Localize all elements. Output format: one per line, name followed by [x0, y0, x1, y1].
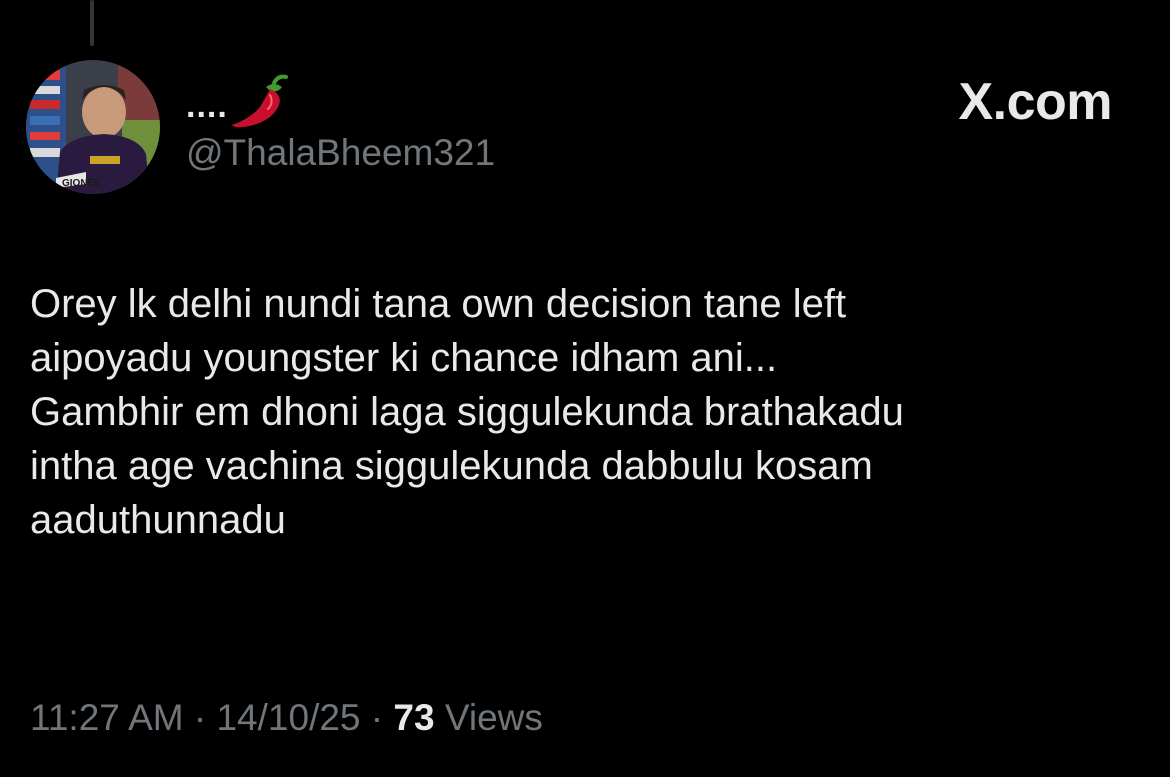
- avatar[interactable]: GIONEE: [26, 60, 160, 194]
- display-name-text: ....: [186, 87, 228, 125]
- views-count[interactable]: 73: [393, 697, 434, 738]
- author-display-name[interactable]: ....: [186, 72, 292, 132]
- tweet-text: Orey lk delhi nundi tana own decision ta…: [30, 277, 1145, 547]
- tweet-text-line: Orey lk delhi nundi tana own decision ta…: [30, 282, 847, 326]
- thread-connector-line: [90, 0, 94, 46]
- tweet-meta: 11:27 AM · 14/10/25 · 73 Views: [30, 696, 543, 740]
- chili-pepper-icon: [231, 74, 288, 128]
- views-label: Views: [444, 697, 543, 738]
- author-handle[interactable]: @ThalaBheem321: [186, 134, 495, 171]
- tweet-text-line: intha age vachina siggulekunda dabbulu k…: [30, 444, 873, 488]
- tweet-date[interactable]: 14/10/25: [216, 697, 360, 738]
- meta-separator: ·: [193, 697, 207, 738]
- x-com-brand: X.com: [958, 73, 1112, 131]
- tweet-text-line: aaduthunnadu: [30, 498, 286, 542]
- tweet-text-line: aipoyadu youngster ki chance idham ani..…: [30, 336, 778, 380]
- avatar-jersey-text: GIONEE: [62, 178, 101, 189]
- avatar-image: GIONEE: [26, 60, 160, 194]
- tweet-time[interactable]: 11:27 AM: [30, 697, 184, 738]
- meta-separator: ·: [370, 697, 384, 738]
- tweet-text-line: Gambhir em dhoni laga siggulekunda brath…: [30, 390, 904, 434]
